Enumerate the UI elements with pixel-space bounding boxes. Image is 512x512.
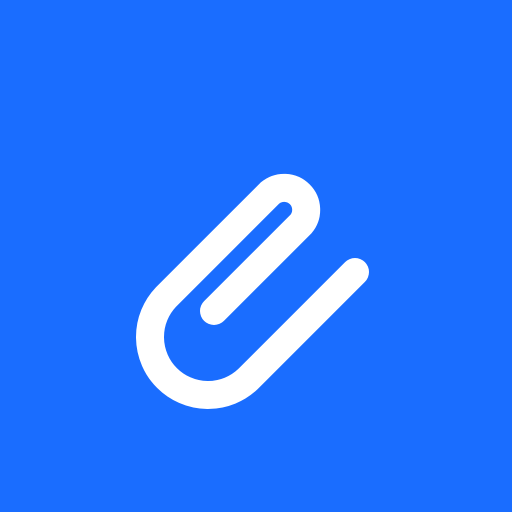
app-icon-svg: [0, 0, 512, 512]
app-icon: [0, 0, 512, 512]
